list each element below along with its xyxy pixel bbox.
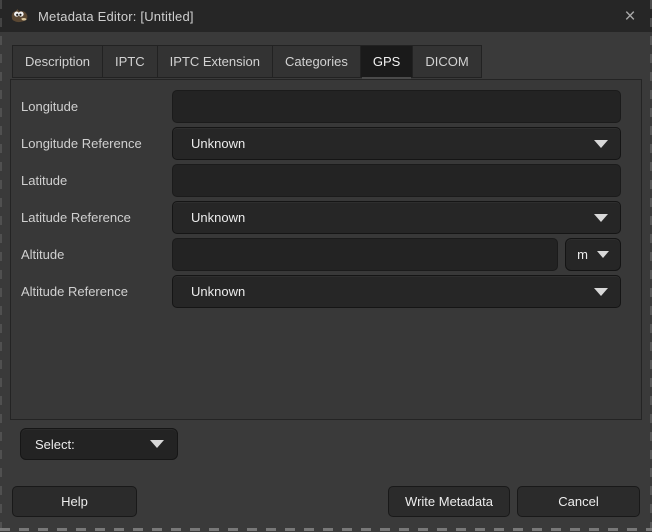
help-button[interactable]: Help <box>12 486 137 517</box>
tab-iptc-extension[interactable]: IPTC Extension <box>157 45 272 78</box>
altitude-label: Altitude <box>21 238 172 271</box>
longitude-input[interactable] <box>172 90 621 123</box>
longitude-label: Longitude <box>21 90 172 123</box>
close-icon[interactable]: × <box>608 0 652 32</box>
tab-gps[interactable]: GPS <box>360 45 412 78</box>
latitude-reference-value: Unknown <box>191 210 594 225</box>
tab-categories[interactable]: Categories <box>272 45 360 78</box>
window-title: Metadata Editor: [Untitled] <box>38 9 194 24</box>
chevron-down-icon <box>594 214 608 222</box>
metadata-editor-dialog: Metadata Editor: [Untitled] × Descriptio… <box>0 0 652 532</box>
chevron-down-icon <box>150 440 164 448</box>
altitude-reference-dropdown[interactable]: Unknown <box>172 275 621 308</box>
longitude-reference-dropdown[interactable]: Unknown <box>172 127 621 160</box>
altitude-row: m <box>172 238 621 271</box>
selection-ants-bottom <box>0 528 652 531</box>
selection-ants-left <box>0 0 2 532</box>
altitude-unit-value: m <box>577 247 588 262</box>
gimp-wilber-icon <box>10 8 29 24</box>
altitude-input[interactable] <box>172 238 558 271</box>
altitude-unit-dropdown[interactable]: m <box>565 238 621 271</box>
chevron-down-icon <box>597 251 609 258</box>
tab-dicom[interactable]: DICOM <box>412 45 481 78</box>
gps-tab-panel: Longitude Longitude Reference Unknown La… <box>10 79 642 420</box>
altitude-reference-value: Unknown <box>191 284 594 299</box>
altitude-reference-label: Altitude Reference <box>21 275 172 308</box>
write-metadata-button[interactable]: Write Metadata <box>388 486 510 517</box>
select-dropdown[interactable]: Select: <box>20 428 178 460</box>
titlebar: Metadata Editor: [Untitled] × <box>0 0 652 32</box>
latitude-reference-dropdown[interactable]: Unknown <box>172 201 621 234</box>
select-dropdown-label: Select: <box>35 437 150 452</box>
latitude-input[interactable] <box>172 164 621 197</box>
tab-description[interactable]: Description <box>12 45 102 78</box>
longitude-reference-value: Unknown <box>191 136 594 151</box>
latitude-label: Latitude <box>21 164 172 197</box>
chevron-down-icon <box>594 288 608 296</box>
gps-form: Longitude Longitude Reference Unknown La… <box>11 80 641 308</box>
chevron-down-icon <box>594 140 608 148</box>
tab-iptc[interactable]: IPTC <box>102 45 157 78</box>
longitude-reference-label: Longitude Reference <box>21 127 172 160</box>
cancel-button[interactable]: Cancel <box>517 486 640 517</box>
latitude-reference-label: Latitude Reference <box>21 201 172 234</box>
